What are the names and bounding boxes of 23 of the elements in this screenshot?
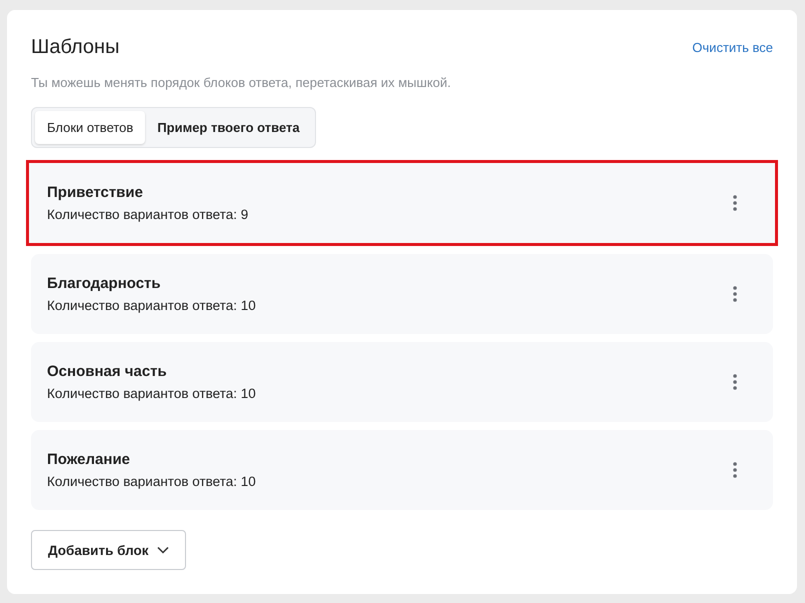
more-icon[interactable] — [733, 462, 737, 478]
more-icon[interactable] — [733, 374, 737, 390]
add-block-button[interactable]: Добавить блок — [31, 530, 186, 570]
more-icon[interactable] — [733, 195, 737, 211]
block-title: Основная часть — [47, 363, 168, 380]
block-card[interactable]: Пожелание Количество вариантов ответа: 10 — [31, 430, 773, 510]
block-count: Количество вариантов ответа: 9 — [47, 207, 248, 222]
tab[interactable]: Блоки ответов — [35, 111, 146, 144]
block-title: Приветствие — [47, 184, 144, 201]
clear-all-link[interactable]: Очистить все — [692, 40, 773, 55]
block-card[interactable]: Приветствие Количество вариантов ответа: 9 — [26, 160, 778, 246]
chevron-down-icon — [156, 546, 169, 554]
block-title: Пожелание — [47, 451, 132, 468]
hint-text: Ты можешь менять порядок блоков ответа, перетаскивая их мышкой. — [31, 75, 452, 90]
block-count: Количество вариантов ответа: 10 — [47, 386, 256, 401]
block-title: Благодарность — [47, 275, 162, 292]
page-title: Шаблоны — [31, 36, 120, 59]
block-card[interactable]: Благодарность Количество вариантов ответа: 10 — [31, 254, 773, 334]
block-card[interactable]: Основная часть Количество вариантов ответа: 10 — [31, 342, 773, 422]
block-count: Количество вариантов ответа: 10 — [47, 298, 256, 313]
block-count: Количество вариантов ответа: 10 — [47, 474, 256, 489]
tab[interactable]: Пример твоего ответа — [145, 111, 312, 144]
more-icon[interactable] — [733, 286, 737, 302]
